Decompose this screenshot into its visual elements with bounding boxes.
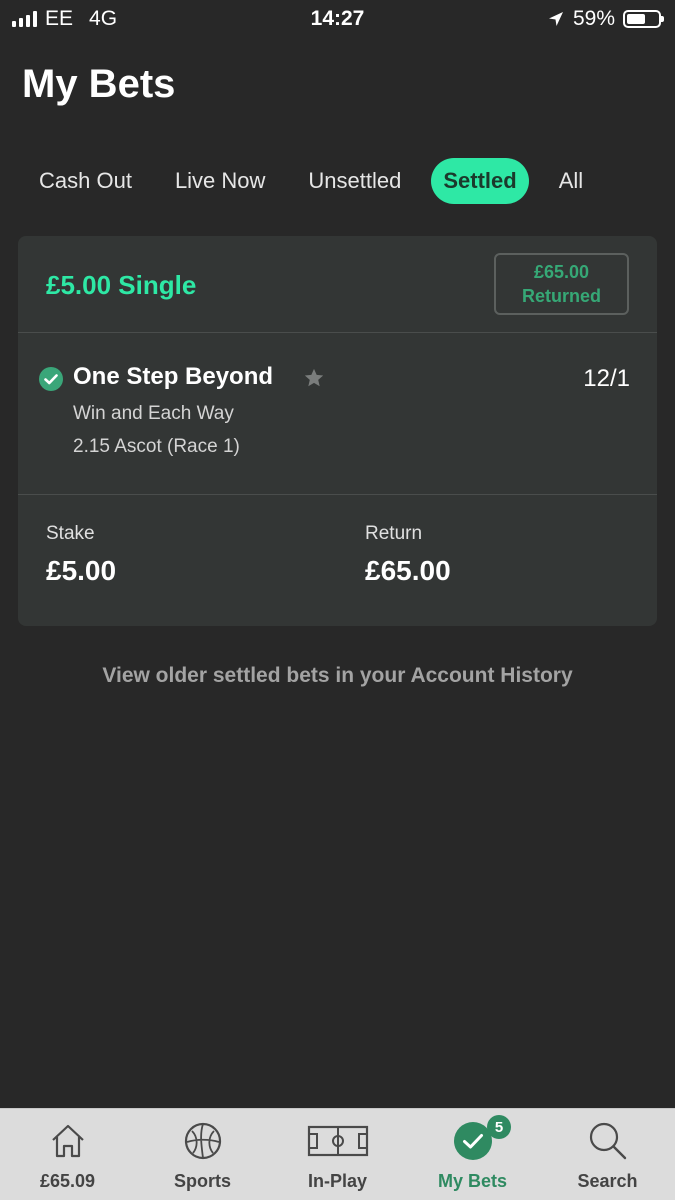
account-history-link[interactable]: View older settled bets in your Account … — [0, 664, 675, 688]
search-icon — [588, 1121, 628, 1161]
signal-icon — [12, 11, 37, 27]
battery-percent: 59% — [572, 7, 615, 30]
return-column: Return £65.00 — [365, 523, 451, 587]
stake-value: £5.00 — [46, 555, 117, 586]
nav-balance[interactable]: £65.09 — [0, 1109, 135, 1200]
returned-label: Returned — [521, 286, 601, 306]
stake-column: Stake £5.00 — [46, 523, 116, 587]
return-value: £65.00 — [365, 555, 451, 586]
status-left: EE 4G — [12, 7, 117, 31]
battery-level — [627, 14, 645, 24]
home-icon — [48, 1121, 88, 1161]
tab-all[interactable]: All — [546, 158, 596, 204]
my-bets-count-badge: 5 — [487, 1115, 511, 1139]
nav-balance-label: £65.09 — [39, 1171, 96, 1191]
bet-totals: Stake £5.00 Return £65.00 — [18, 495, 657, 625]
battery-icon — [623, 10, 664, 28]
selection-name: One Step Beyond — [73, 363, 274, 390]
tab-unsettled[interactable]: Unsettled — [295, 158, 414, 204]
tab-settled[interactable]: Settled — [431, 158, 529, 204]
bet-card-header: £5.00 Single £65.00 Returned — [18, 236, 657, 333]
pitch-icon — [307, 1121, 369, 1161]
bet-title: £5.00 Single — [46, 270, 197, 300]
nav-my-bets-label: My Bets — [437, 1171, 508, 1191]
nav-search-label: Search — [577, 1171, 638, 1191]
selection-market: Win and Each Way — [73, 403, 234, 424]
nav-search[interactable]: Search — [540, 1109, 675, 1200]
status-right: 59% — [547, 7, 664, 31]
page-title: My Bets — [22, 62, 176, 106]
won-check-icon — [39, 367, 63, 391]
location-arrow-icon — [548, 12, 563, 26]
nav-sports-label: Sports — [173, 1171, 231, 1191]
selection-event: 2.15 Ascot (Race 1) — [73, 436, 240, 457]
tab-live-now[interactable]: Live Now — [162, 158, 278, 204]
bet-card[interactable]: £5.00 Single £65.00 Returned One Step Be… — [18, 236, 657, 626]
tab-cash-out[interactable]: Cash Out — [26, 158, 145, 204]
bottom-nav: £65.09 Sports In-Play 5 My Bets Search — [0, 1108, 675, 1200]
favourite-star-icon[interactable] — [303, 367, 325, 389]
return-label: Return — [365, 523, 423, 544]
selection-odds: 12/1 — [583, 365, 630, 392]
carrier: EE — [45, 7, 74, 30]
nav-in-play-label: In-Play — [307, 1171, 368, 1191]
nav-in-play[interactable]: In-Play — [270, 1109, 405, 1200]
network-type: 4G — [89, 7, 118, 30]
nav-my-bets[interactable]: 5 My Bets — [405, 1109, 540, 1200]
nav-sports[interactable]: Sports — [135, 1109, 270, 1200]
returned-amount: £65.00 — [533, 261, 590, 282]
status-bar: EE 4G 14:27 59% — [0, 0, 675, 38]
football-icon — [183, 1121, 223, 1161]
returned-badge: £65.00 Returned — [494, 253, 629, 315]
stake-label: Stake — [46, 523, 95, 544]
bet-filter-tabs: Cash Out Live Now Unsettled Settled All — [0, 158, 675, 204]
selection-row: One Step Beyond 12/1 Win and Each Way 2.… — [18, 333, 657, 495]
